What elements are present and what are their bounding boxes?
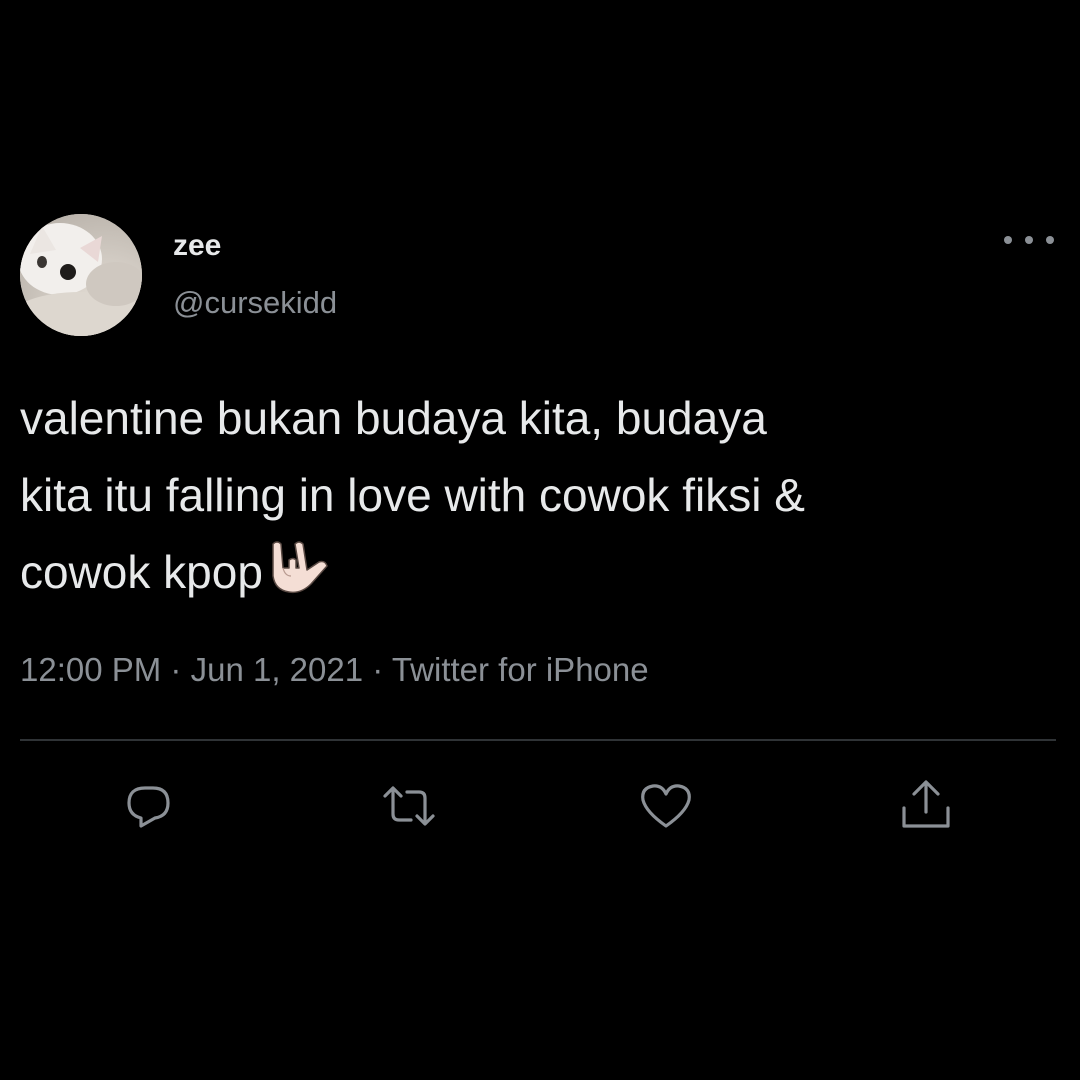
- share-button[interactable]: [898, 778, 954, 834]
- avatar-image: [20, 214, 142, 336]
- reply-icon: [127, 786, 170, 828]
- retweet-icon: [383, 786, 435, 826]
- tweet-date[interactable]: Jun 1, 2021: [191, 651, 363, 688]
- tweet-text: valentine bukan budaya kita, budaya kita…: [20, 392, 805, 598]
- tweet-time[interactable]: 12:00 PM: [20, 651, 161, 688]
- reply-button[interactable]: [121, 778, 177, 834]
- more-dot-icon: [1004, 236, 1012, 244]
- tweet-card: zee @cursekidd valentine bukan budaya ki…: [0, 0, 1080, 1080]
- share-icon: [902, 780, 950, 828]
- tweet-meta: 12:00 PM · Jun 1, 2021 · Twitter for iPh…: [20, 650, 649, 690]
- avatar[interactable]: [20, 214, 142, 336]
- meta-separator: ·: [170, 651, 182, 688]
- like-button[interactable]: [638, 778, 694, 834]
- more-dot-icon: [1046, 236, 1054, 244]
- more-dot-icon: [1025, 236, 1033, 244]
- display-name[interactable]: zee: [173, 228, 221, 264]
- heart-icon: [641, 784, 691, 828]
- user-handle[interactable]: @cursekidd: [173, 284, 337, 322]
- more-options-button[interactable]: [1004, 226, 1054, 254]
- love-you-gesture-icon: [265, 538, 331, 619]
- divider: [20, 739, 1056, 741]
- retweet-button[interactable]: [381, 778, 437, 834]
- tweet-source[interactable]: Twitter for iPhone: [392, 651, 649, 688]
- meta-separator: ·: [372, 651, 384, 688]
- tweet-body: valentine bukan budaya kita, budaya kita…: [20, 380, 1065, 619]
